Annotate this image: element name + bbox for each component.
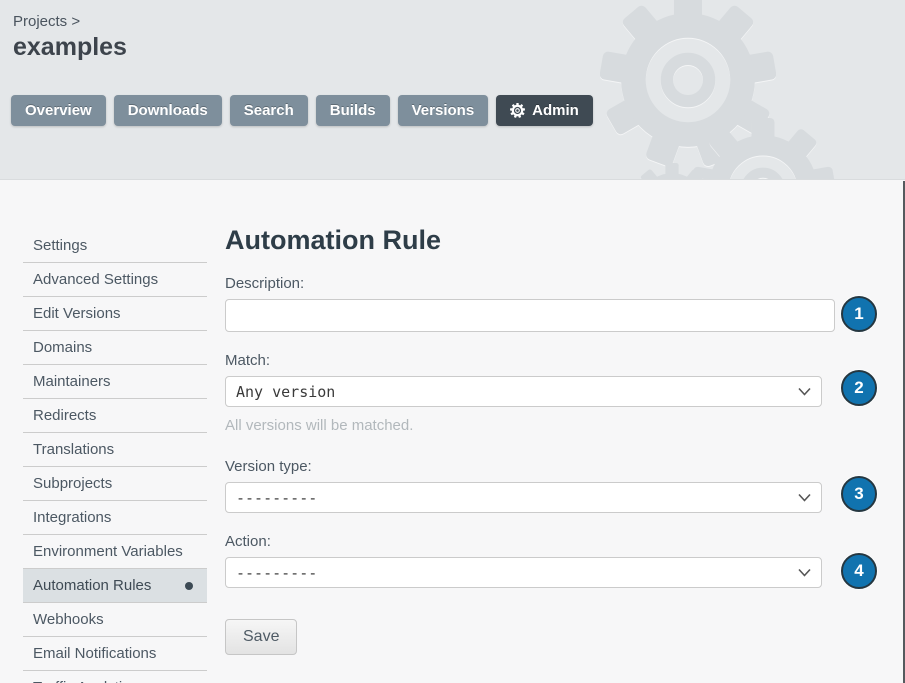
sidebar-item-label: Translations [33, 433, 114, 466]
sidebar-item-label: Maintainers [33, 365, 111, 398]
tab-label: Admin [532, 102, 579, 119]
sidebar-item-integrations[interactable]: Integrations [23, 501, 207, 535]
sidebar-item-advanced-settings[interactable]: Advanced Settings [23, 263, 207, 297]
sidebar-item-label: Edit Versions [33, 297, 121, 330]
breadcrumb: Projects > [13, 13, 80, 30]
current-page-dot-icon [185, 582, 193, 590]
match-help-text: All versions will be matched. [225, 417, 835, 434]
tab-label: Search [244, 102, 294, 119]
chevron-down-icon [798, 568, 811, 577]
sidebar-item-email-notifications[interactable]: Email Notifications [23, 637, 207, 671]
version-type-select-value: --------- [236, 489, 317, 507]
sidebar-item-label: Automation Rules [33, 569, 151, 602]
annotation-badge-3: 3 [841, 476, 877, 512]
sidebar-item-settings[interactable]: Settings [23, 229, 207, 263]
save-button[interactable]: Save [225, 619, 297, 655]
tab-builds[interactable]: Builds [316, 95, 390, 126]
admin-sidebar: Settings Advanced Settings Edit Versions… [23, 229, 207, 683]
tab-overview[interactable]: Overview [11, 95, 106, 126]
description-input[interactable] [225, 299, 835, 332]
sidebar-item-label: Email Notifications [33, 637, 156, 670]
match-label: Match: [225, 352, 835, 369]
sidebar-item-translations[interactable]: Translations [23, 433, 207, 467]
sidebar-item-label: Traffic Analytics [33, 671, 137, 683]
action-select[interactable]: --------- [225, 557, 822, 588]
chevron-down-icon [798, 387, 811, 396]
sidebar-item-label: Environment Variables [33, 535, 183, 568]
version-type-select[interactable]: --------- [225, 482, 822, 513]
annotation-badge-4: 4 [841, 553, 877, 589]
action-select-value: --------- [236, 564, 317, 582]
sidebar-item-domains[interactable]: Domains [23, 331, 207, 365]
tab-versions[interactable]: Versions [398, 95, 489, 126]
tab-label: Builds [330, 102, 376, 119]
gear-icon [510, 103, 525, 118]
sidebar-item-label: Advanced Settings [33, 263, 158, 296]
project-admin-page: Projects > examples Overview Downloads S… [0, 0, 905, 683]
sidebar-item-traffic-analytics[interactable]: Traffic Analytics [23, 671, 207, 683]
breadcrumb-separator: > [71, 13, 80, 30]
sidebar-item-webhooks[interactable]: Webhooks [23, 603, 207, 637]
gear-watermark-icon [630, 163, 714, 180]
action-label: Action: [225, 533, 835, 550]
sidebar-item-redirects[interactable]: Redirects [23, 399, 207, 433]
project-nav-tabs: Overview Downloads Search Builds Version… [11, 95, 593, 126]
sidebar-item-label: Subprojects [33, 467, 112, 500]
sidebar-item-environment-variables[interactable]: Environment Variables [23, 535, 207, 569]
match-select-value: Any version [236, 383, 335, 401]
sidebar-item-subprojects[interactable]: Subprojects [23, 467, 207, 501]
automation-rule-form: Automation Rule Description: Match: Any … [225, 181, 835, 655]
match-select[interactable]: Any version [225, 376, 822, 407]
tab-search[interactable]: Search [230, 95, 308, 126]
sidebar-item-maintainers[interactable]: Maintainers [23, 365, 207, 399]
version-type-label: Version type: [225, 458, 835, 475]
sidebar-item-label: Integrations [33, 501, 111, 534]
sidebar-item-label: Redirects [33, 399, 96, 432]
tab-label: Downloads [128, 102, 208, 119]
breadcrumb-projects-link[interactable]: Projects [13, 13, 67, 30]
sidebar-item-label: Domains [33, 331, 92, 364]
page-title: Automation Rule [225, 222, 835, 258]
project-header: Projects > examples Overview Downloads S… [0, 0, 905, 180]
tab-admin[interactable]: Admin [496, 95, 593, 126]
annotation-badge-1: 1 [841, 296, 877, 332]
tab-label: Versions [412, 102, 475, 119]
tab-downloads[interactable]: Downloads [114, 95, 222, 126]
project-name-heading: examples [13, 33, 127, 62]
sidebar-item-automation-rules[interactable]: Automation Rules [23, 569, 207, 603]
annotation-badge-2: 2 [841, 370, 877, 406]
tab-label: Overview [25, 102, 92, 119]
sidebar-item-label: Webhooks [33, 603, 104, 636]
sidebar-item-edit-versions[interactable]: Edit Versions [23, 297, 207, 331]
sidebar-item-label: Settings [33, 229, 87, 262]
description-label: Description: [225, 275, 835, 292]
chevron-down-icon [798, 493, 811, 502]
